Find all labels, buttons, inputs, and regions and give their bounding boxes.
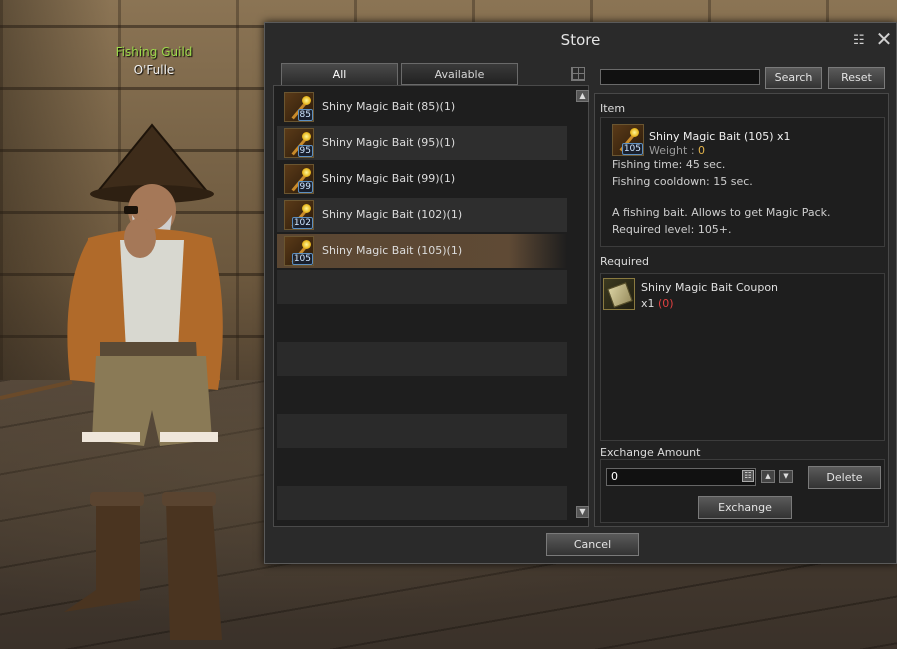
calculator-icon[interactable]: ☷ (742, 470, 754, 482)
npc-boots (64, 500, 140, 612)
item-section-label: Item (600, 102, 626, 115)
scroll-down-arrow-icon[interactable]: ▼ (576, 506, 589, 518)
owned-count: (0) (658, 297, 674, 310)
store-window: Store ☷ ✕ All Available 85 Shiny Magic B… (264, 22, 897, 564)
close-icon[interactable]: ✕ (875, 29, 893, 49)
bait-icon: 102 (284, 200, 314, 230)
store-title: Store (560, 31, 601, 49)
weight-value: 0 (698, 144, 706, 157)
level-badge: 95 (297, 145, 313, 157)
item-label: Shiny Magic Bait (105)(1) (322, 244, 463, 257)
exchange-amount-input[interactable]: 0 (606, 468, 756, 486)
fishing-rod (0, 380, 73, 400)
item-list[interactable]: 85 Shiny Magic Bait (85)(1) 95 Shiny Mag… (273, 85, 589, 527)
npc-character[interactable] (0, 120, 260, 649)
level-badge: 99 (297, 181, 313, 193)
empty-row (277, 342, 567, 376)
item-label: Shiny Magic Bait (102)(1) (322, 208, 463, 221)
tab-all[interactable]: All (281, 63, 398, 85)
empty-row (277, 270, 567, 304)
view-toggle-icon[interactable] (571, 67, 585, 81)
list-item[interactable]: 85 Shiny Magic Bait (85)(1) (277, 90, 567, 124)
empty-row (277, 414, 567, 448)
npc-name-label: O'Fulle (133, 63, 175, 77)
required-qty-prefix: x1 (641, 297, 659, 310)
bait-icon: 105 (284, 236, 314, 266)
empty-row (277, 486, 567, 520)
tab-available[interactable]: Available (401, 63, 518, 85)
item-desc-line: A fishing bait. Allows to get Magic Pack… (612, 206, 831, 219)
store-titlebar[interactable]: Store ☷ ✕ (265, 23, 896, 59)
level-badge: 105 (291, 253, 313, 265)
weight-label: Weight : (649, 144, 699, 157)
item-desc-line: Fishing cooldown: 15 sec. (612, 175, 753, 188)
item-detail-name: Shiny Magic Bait (105) x1 (649, 130, 791, 143)
scroll-up-arrow-icon[interactable]: ▲ (576, 90, 589, 102)
list-item[interactable]: 99 Shiny Magic Bait (99)(1) (277, 162, 567, 196)
search-input[interactable] (600, 69, 760, 85)
item-weight: Weight : 0 (649, 144, 705, 157)
bait-icon: 85 (284, 92, 314, 122)
bait-icon: 105 (612, 124, 644, 156)
item-label: Shiny Magic Bait (95)(1) (322, 136, 456, 149)
npc-guild-label: Fishing Guild (115, 45, 193, 59)
required-item-qty: x1 (0) (641, 297, 674, 310)
item-desc-line: Required level: 105+. (612, 223, 732, 236)
list-item[interactable]: 95 Shiny Magic Bait (95)(1) (277, 126, 567, 160)
bait-icon: 99 (284, 164, 314, 194)
list-item-selected[interactable]: 105 Shiny Magic Bait (105)(1) (277, 234, 567, 268)
item-label: Shiny Magic Bait (99)(1) (322, 172, 456, 185)
level-badge: 85 (297, 109, 313, 121)
exchange-button[interactable]: Exchange (698, 496, 792, 519)
level-badge: 105 (621, 143, 643, 155)
search-button[interactable]: Search (765, 67, 822, 89)
decrement-arrow-icon[interactable]: ▼ (779, 470, 793, 483)
increment-arrow-icon[interactable]: ▲ (761, 470, 775, 483)
required-section-label: Required (600, 255, 649, 268)
exchange-amount-label: Exchange Amount (600, 446, 701, 459)
delete-button[interactable]: Delete (808, 466, 881, 489)
level-badge: 102 (291, 217, 313, 229)
bait-icon: 95 (284, 128, 314, 158)
reset-button[interactable]: Reset (828, 67, 885, 89)
layout-grid-icon[interactable]: ☷ (853, 34, 866, 47)
required-item-name: Shiny Magic Bait Coupon (641, 281, 779, 294)
list-item[interactable]: 102 Shiny Magic Bait (102)(1) (277, 198, 567, 232)
item-label: Shiny Magic Bait (85)(1) (322, 100, 456, 113)
coupon-icon (603, 278, 635, 310)
item-desc-line: Fishing time: 45 sec. (612, 158, 726, 171)
cancel-button[interactable]: Cancel (546, 533, 639, 556)
